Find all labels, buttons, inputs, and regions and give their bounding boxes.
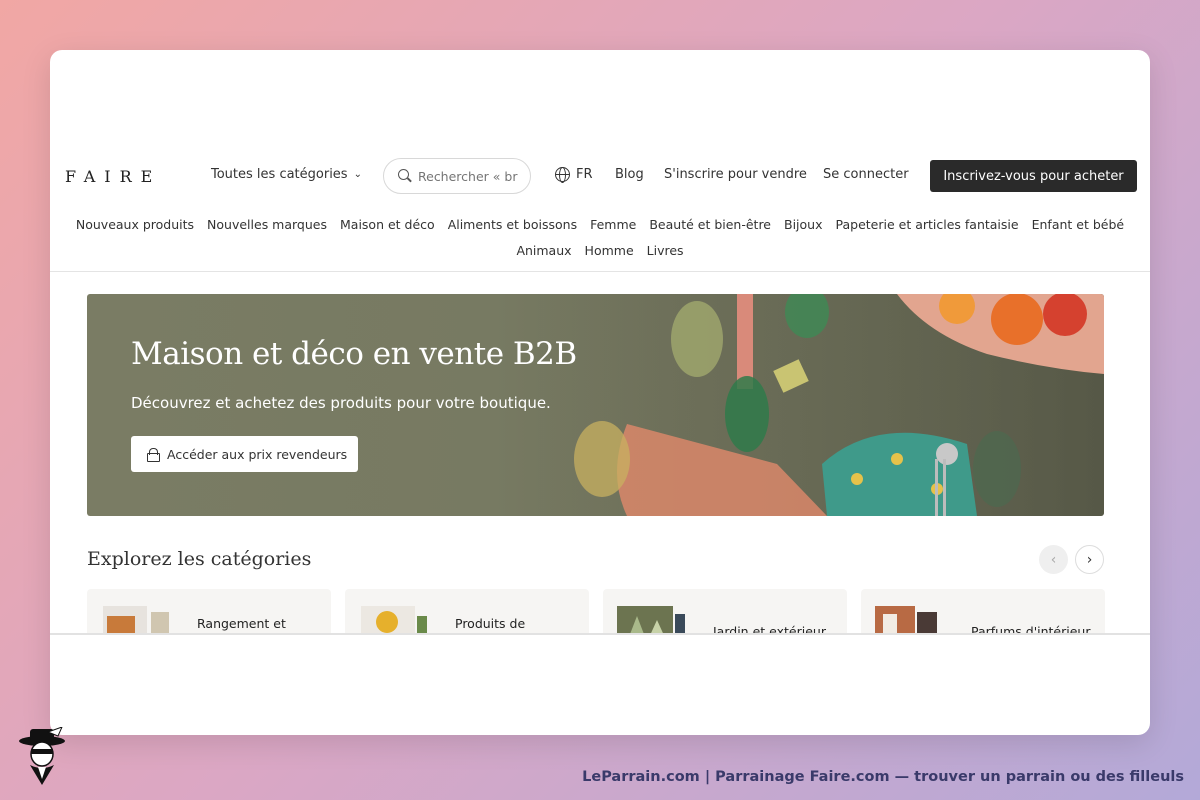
footer-credit: LeParrain.com | Parrainage Faire.com — t… — [582, 769, 1184, 785]
search-input[interactable] — [418, 168, 518, 184]
category-nav-row-1: Nouveaux produits Nouvelles marques Mais… — [50, 217, 1150, 232]
category-card-label: Rangement et — [197, 616, 286, 631]
faire-logo[interactable]: FAIRE — [65, 167, 161, 186]
chevron-down-icon: ⌄ — [353, 169, 362, 180]
lock-icon — [147, 448, 160, 462]
wholesale-prices-label: Accéder aux prix revendeurs — [167, 446, 348, 462]
nav-item-livres[interactable]: Livres — [647, 243, 684, 258]
category-card-label: Parfums d'intérieur — [971, 624, 1091, 633]
category-thumbnail — [361, 606, 427, 633]
chevron-left-icon: ‹ — [1050, 551, 1057, 568]
categories-dropdown-label: Toutes les catégories — [211, 167, 348, 182]
explore-categories-title: Explorez les catégories — [87, 548, 312, 570]
categories-dropdown[interactable]: Toutes les catégories ⌄ — [211, 167, 362, 182]
header-divider — [50, 271, 1150, 272]
hero-banner: Maison et déco en vente B2B Découvrez et… — [87, 294, 1104, 516]
category-carousel: Rangement et Produits de Jardin et extér… — [87, 589, 1150, 633]
search-box[interactable] — [383, 158, 531, 194]
category-card-rangement[interactable]: Rangement et — [87, 589, 331, 633]
category-card-label: Produits de — [455, 616, 526, 631]
blog-link[interactable]: Blog — [615, 167, 644, 182]
category-card-produits[interactable]: Produits de — [345, 589, 589, 633]
nav-item-homme[interactable]: Homme — [585, 243, 634, 258]
login-link[interactable]: Se connecter — [823, 167, 909, 182]
category-thumbnail — [617, 606, 685, 633]
nav-item-bijoux[interactable]: Bijoux — [784, 217, 823, 232]
language-selector[interactable]: FR — [555, 167, 593, 183]
nav-item-beaute[interactable]: Beauté et bien-être — [649, 217, 771, 232]
sell-link[interactable]: S'inscrire pour vendre — [664, 167, 807, 182]
nav-item-papeterie[interactable]: Papeterie et articles fantaisie — [836, 217, 1019, 232]
hero-title: Maison et déco en vente B2B — [131, 336, 577, 372]
category-thumbnail — [875, 606, 937, 633]
nav-item-enfant-bebe[interactable]: Enfant et bébé — [1032, 217, 1125, 232]
carousel-next-button[interactable]: › — [1075, 545, 1104, 574]
category-card-parfums[interactable]: Parfums d'intérieur — [861, 589, 1105, 633]
globe-icon — [555, 167, 570, 183]
language-label: FR — [576, 167, 593, 182]
nav-item-nouvelles-marques[interactable]: Nouvelles marques — [207, 217, 327, 232]
category-card-label: Jardin et extérieur — [713, 624, 826, 633]
nav-item-femme[interactable]: Femme — [590, 217, 636, 232]
leparrain-mascot-logo — [19, 727, 65, 785]
category-thumbnail — [103, 606, 169, 633]
category-card-jardin[interactable]: Jardin et extérieur — [603, 589, 847, 633]
wholesale-prices-button[interactable]: Accéder aux prix revendeurs — [131, 436, 358, 472]
nav-item-animaux[interactable]: Animaux — [516, 243, 571, 258]
hero-subtitle: Découvrez et achetez des produits pour v… — [131, 394, 551, 412]
nav-item-maison-deco[interactable]: Maison et déco — [340, 217, 435, 232]
chevron-right-icon: › — [1086, 551, 1093, 568]
browser-window: FAIRE Toutes les catégories ⌄ FR Blog S'… — [50, 50, 1150, 735]
nav-item-aliments-boissons[interactable]: Aliments et boissons — [448, 217, 577, 232]
category-nav-row-2: Animaux Homme Livres — [50, 243, 1150, 258]
search-icon — [398, 169, 412, 183]
signup-buyer-button[interactable]: Inscrivez-vous pour acheter — [930, 160, 1137, 192]
nav-item-nouveaux-produits[interactable]: Nouveaux produits — [76, 217, 194, 232]
page-fold-divider — [50, 633, 1150, 635]
carousel-prev-button[interactable]: ‹ — [1039, 545, 1068, 574]
